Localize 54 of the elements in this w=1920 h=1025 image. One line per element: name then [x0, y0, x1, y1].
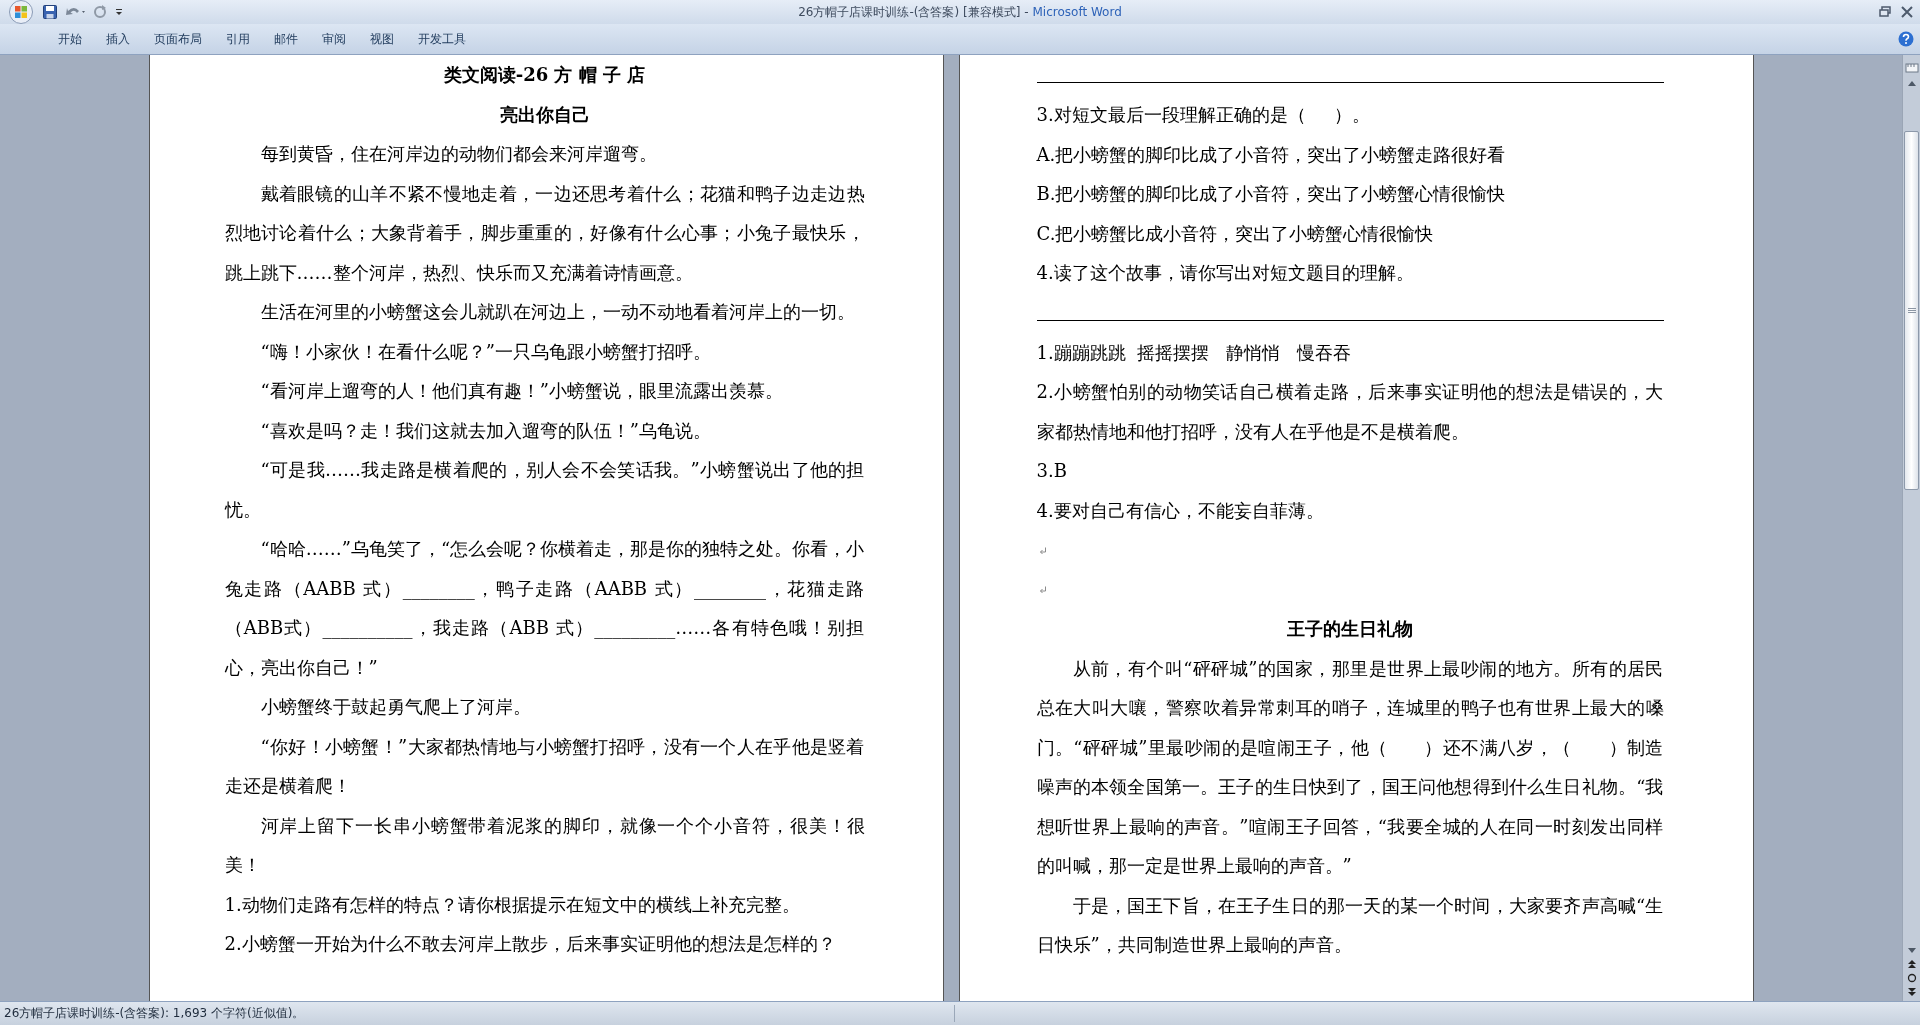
help-icon[interactable] [1898, 31, 1914, 47]
previous-page-icon[interactable] [1906, 959, 1917, 969]
question-text: 2.小螃蟹怕别的动物笑话自己横着走路，后来事实证明他的想法是错误的，大家都热情地和他打招呼，没有人在乎他是不是横着爬。 [1036, 381, 1664, 442]
paragraph-text: 每到黄昏，住在河岸边的动物们都会来河岸遛弯。 [260, 143, 657, 164]
paragraph-text: “哈哈……”乌龟笑了，“怎么会呢？你横着走，那是你的独特之处。你看，小兔走路（AABB 式）________，鸭子走路（AABB 式）________，花猫走路（ABB式）__________，我走路（ABB 式）_________……各有特色哦！别担心，亮出你自己！” [224, 538, 865, 678]
scrollbar-thumb[interactable] [1904, 131, 1919, 490]
ruler-toggle-icon[interactable] [1904, 61, 1919, 75]
question-text: A.把小螃蟹的脚印比成了小音符，突出了小螃蟹走路很好看 [1036, 143, 1506, 165]
question-text: 2.小螃蟹一开始为什么不敢去河岸上散步，后来事实证明他的想法是怎样的？ [224, 933, 836, 954]
next-page-icon[interactable] [1906, 987, 1917, 997]
paragraph-mark-icon [1038, 586, 1047, 595]
scroll-up-icon[interactable] [1906, 79, 1917, 87]
question-text: 4.读了这个故事，请你写出对短文题目的理解。 [1036, 262, 1414, 283]
save-icon[interactable] [42, 4, 58, 20]
restore-icon[interactable] [1878, 5, 1892, 19]
grip-icon [1907, 307, 1916, 314]
scroll-down-icon[interactable] [1906, 947, 1917, 955]
paragraph-mark-icon [1038, 546, 1047, 556]
app-name: Microsoft Word [1032, 4, 1122, 19]
paragraph-text: “你好！小螃蟹！”大家都热情地与小螃蟹打招呼，没有一个人在乎他是竖着走还是横着爬！ [224, 735, 865, 796]
question-text: 4.要对自己有信心，不能妄自菲薄。 [1036, 499, 1324, 521]
browse-object-icon[interactable] [1906, 973, 1917, 983]
paragraph-text: “可是我……我走路是横着爬的，别人会不会笑话我。”小螃蟹说出了他的担忧。 [224, 459, 865, 520]
ribbon-tab[interactable]: 页面布局 [142, 26, 214, 52]
ribbon-tab[interactable]: 开发工具 [406, 26, 478, 52]
ribbon-tab[interactable]: 引用 [214, 26, 262, 52]
question-text: B.把小螃蟹的脚印比成了小音符，突出了小螃蟹心情很愉快 [1036, 183, 1506, 204]
paragraph-text: 于是，国王下旨，在王子生日的那一天的某一个时间，大家要齐声高喊“生日快乐”，共同制造世界上最响的声音。 [1036, 894, 1664, 955]
office-orb-icon[interactable] [6, 0, 36, 24]
window-title: 26方帽子店课时训练-(含答案) [兼容模式] - [798, 4, 1029, 19]
close-icon[interactable] [1900, 5, 1914, 19]
question-text: 3.对短文最后一段理解正确的是（ ）。 [1036, 104, 1371, 125]
question-text: C.把小螃蟹比成小音符，突出了小螃蟹心情很愉快 [1036, 222, 1434, 244]
ribbon-tab[interactable]: 插入 [94, 26, 142, 52]
paragraph-text: “嗨！小家伙！在看什么呢？”一只乌龟跟小螃蟹打招呼。 [260, 340, 711, 362]
ribbon-tab[interactable]: 视图 [358, 26, 406, 52]
paragraph-text: “喜欢是吗？走！我们这就去加入遛弯的队伍！”乌龟说。 [260, 419, 711, 441]
vertical-scrollbar[interactable] [1902, 55, 1920, 1001]
section-heading: 亮出你自己 [499, 103, 590, 125]
paragraph-text: “看河岸上遛弯的人！他们真有趣！”小螃蟹说，眼里流露出羡慕。 [260, 380, 783, 401]
paragraph-text: 从前，有个叫“砰砰城”的国家，那里是世界上最吵闹的地方。所有的居民总在大叫大嚷，警察吹着异常刺耳的哨子，连城里的鸭子也有世界上最大的嗓门。“砰砰城”里最吵闹的是喧闹王子，他（ ）还不满八岁，（ ）制造噪声的本领全国第一。王子的生日快到了，国王问他想得到什么生日礼物。“我想听世界上最响的声音。”喧闹王子回答，“我要全城的人在同一时刻发出同样的叫喊，那一定是世界上最响的声音。” [1036, 657, 1664, 876]
ribbon-tab[interactable]: 开始 [46, 26, 94, 52]
paragraph-text: 生活在河里的小螃蟹这会儿就趴在河边上，一动不动地看着河岸上的一切。 [260, 301, 855, 322]
document-title: 类文阅读-26 方 帽 子 店 [443, 64, 646, 85]
ribbon-tab[interactable]: 审阅 [310, 26, 358, 52]
question-text: 3.B [1036, 460, 1068, 481]
paragraph-text: 戴着眼镜的山羊不紧不慢地走着，一边还思考着什么；花猫和鸭子边走边热烈地讨论着什么；大象背着手，脚步重重的，好像有什么心事；小兔子最快乐，跳上跳下……整个河岸，热烈、快乐而又充满着诗情画意。 [224, 182, 865, 283]
ribbon-tab[interactable]: 邮件 [262, 26, 310, 52]
question-text: 1.动物们走路有怎样的特点？请你根据提示在短文中的横线上补充完整。 [224, 893, 800, 915]
status-text: 26方帽子店课时训练-(含答案): 1,693 个字符(近似值)。 [4, 1005, 955, 1022]
paragraph-text: 小螃蟹终于鼓起勇气爬上了河岸。 [260, 696, 531, 717]
question-text: 1.蹦蹦跳跳 摇摇摆摆 静悄悄 慢吞吞 [1036, 341, 1352, 363]
section-heading: 王子的生日礼物 [1287, 618, 1413, 639]
paragraph-text: 河岸上留下一长串小螃蟹带着泥浆的脚印，就像一个个小音符，很美！很美！ [224, 814, 865, 875]
